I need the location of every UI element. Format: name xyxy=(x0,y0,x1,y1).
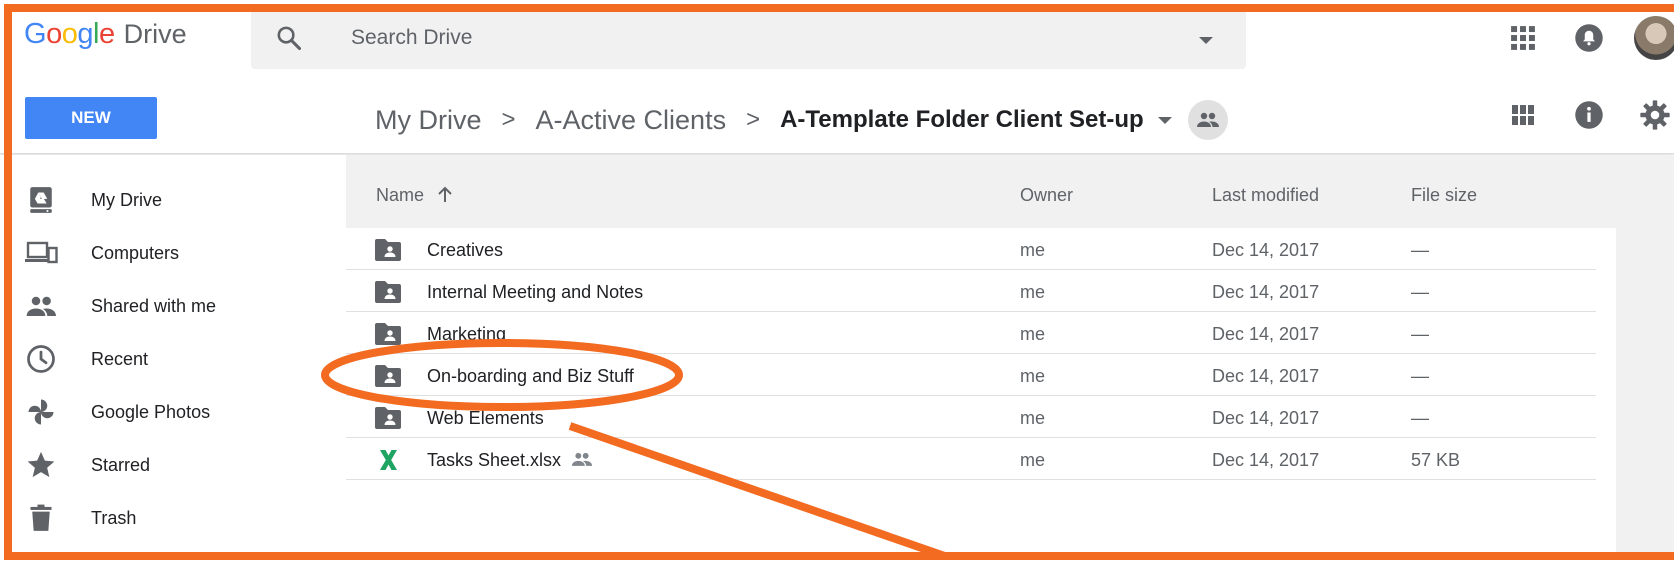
column-header-name-label: Name xyxy=(376,185,425,205)
google-drive-logo[interactable]: Google Drive xyxy=(24,18,187,51)
search-icon[interactable] xyxy=(275,24,303,52)
file-list: Creatives me Dec 14, 2017 — Internal Mee… xyxy=(346,228,1616,568)
breadcrumb-my-drive[interactable]: My Drive xyxy=(375,105,482,136)
top-bar: Google Drive xyxy=(0,0,1674,76)
shared-folder-icon xyxy=(375,323,401,345)
breadcrumb-active-clients[interactable]: A-Active Clients xyxy=(536,105,727,136)
file-name[interactable]: Internal Meeting and Notes xyxy=(427,282,643,303)
search-input[interactable] xyxy=(349,20,1149,56)
logo-product-name: Drive xyxy=(123,19,187,49)
sidebar-item-computers[interactable]: Computers xyxy=(0,230,346,276)
file-owner: me xyxy=(1020,366,1046,386)
file-row-web-elements[interactable]: Web Elements me Dec 14, 2017 — xyxy=(346,396,1596,438)
apps-grid-icon[interactable] xyxy=(1505,20,1541,56)
sidebar-item-label: Shared with me xyxy=(91,295,217,316)
shared-folder-icon xyxy=(375,407,401,429)
sidebar-item-label: Google Photos xyxy=(91,401,211,422)
sidebar-item-label: Recent xyxy=(91,348,149,369)
shared-people-icon xyxy=(24,289,58,323)
file-owner: me xyxy=(1020,240,1046,260)
sidebar-item-starred[interactable]: Starred xyxy=(0,442,346,488)
file-row-on-boarding-and-biz-stuff[interactable]: On-boarding and Biz Stuff me Dec 14, 201… xyxy=(346,354,1596,396)
file-name[interactable]: Marketing xyxy=(427,324,506,345)
file-size: — xyxy=(1411,324,1429,344)
file-last-modified: Dec 14, 2017 xyxy=(1212,240,1320,260)
shared-folder-icon xyxy=(375,365,401,387)
sidebar-item-trash[interactable]: Trash xyxy=(0,495,346,541)
breadcrumb: My Drive > A-Active Clients > A-Template… xyxy=(375,100,1228,140)
file-name[interactable]: Tasks Sheet.xlsx xyxy=(427,450,561,471)
shared-folder-icon xyxy=(375,239,401,261)
notifications-icon[interactable] xyxy=(1571,20,1607,56)
file-owner: me xyxy=(1020,450,1046,470)
sidebar-item-label: My Drive xyxy=(91,189,162,210)
file-owner: me xyxy=(1020,282,1046,302)
toolbar: NEW My Drive > A-Active Clients > A-Temp… xyxy=(0,76,1674,154)
file-owner: me xyxy=(1020,324,1046,344)
sidebar: My Drive Computers Shared with me Recent… xyxy=(0,155,346,558)
file-size: — xyxy=(1411,408,1429,428)
breadcrumb-separator: > xyxy=(501,106,516,133)
settings-icon[interactable] xyxy=(1637,97,1673,133)
logo-letter-o2: o xyxy=(61,18,78,50)
new-button[interactable]: NEW xyxy=(25,97,157,139)
file-name[interactable]: Web Elements xyxy=(427,408,544,429)
computers-icon xyxy=(24,236,58,270)
file-owner: me xyxy=(1020,408,1046,428)
file-last-modified: Dec 14, 2017 xyxy=(1212,366,1320,386)
folder-menu-dropdown-icon[interactable] xyxy=(1157,116,1172,124)
file-last-modified: Dec 14, 2017 xyxy=(1212,408,1320,428)
file-row-marketing[interactable]: Marketing me Dec 14, 2017 — xyxy=(346,312,1596,354)
sidebar-item-label: Computers xyxy=(91,242,180,263)
breadcrumb-separator: > xyxy=(746,106,761,133)
shared-file-people-icon xyxy=(571,452,593,466)
file-name[interactable]: Creatives xyxy=(427,240,503,261)
logo-letter-e: e xyxy=(98,18,115,50)
file-name[interactable]: On-boarding and Biz Stuff xyxy=(427,366,634,387)
file-last-modified: Dec 14, 2017 xyxy=(1212,450,1320,470)
file-size: — xyxy=(1411,240,1429,260)
column-header-owner[interactable]: Owner xyxy=(1020,185,1073,206)
column-header-last-modified[interactable]: Last modified xyxy=(1212,185,1319,206)
file-last-modified: Dec 14, 2017 xyxy=(1212,282,1320,302)
photos-pinwheel-icon xyxy=(24,395,58,429)
logo-letter-g2: g xyxy=(77,18,93,50)
logo-letter-g: G xyxy=(24,18,47,50)
file-row-creatives[interactable]: Creatives me Dec 14, 2017 — xyxy=(346,228,1596,270)
file-size: 57 KB xyxy=(1411,450,1461,470)
column-header-file-size[interactable]: File size xyxy=(1411,185,1477,206)
file-row-tasks-sheet[interactable]: Tasks Sheet.xlsx me Dec 14, 2017 57 KB xyxy=(346,438,1596,480)
column-header-name[interactable]: Name xyxy=(376,185,453,206)
logo-letter-o1: o xyxy=(46,18,62,50)
breadcrumb-current-folder[interactable]: A-Template Folder Client Set-up xyxy=(780,106,1144,134)
account-avatar[interactable] xyxy=(1634,16,1674,60)
file-last-modified: Dec 14, 2017 xyxy=(1212,324,1320,344)
clock-icon xyxy=(24,342,58,376)
sidebar-item-recent[interactable]: Recent xyxy=(0,336,346,382)
sidebar-item-shared-with-me[interactable]: Shared with me xyxy=(0,283,346,329)
file-row-internal-meeting-and-notes[interactable]: Internal Meeting and Notes me Dec 14, 20… xyxy=(346,270,1596,312)
grid-view-icon[interactable] xyxy=(1505,97,1541,133)
search-bar[interactable] xyxy=(251,7,1246,69)
my-drive-icon xyxy=(24,183,58,217)
file-size: — xyxy=(1411,366,1429,386)
file-list-panel: Name Owner Last modified File size Creat… xyxy=(346,155,1674,568)
sidebar-item-my-drive[interactable]: My Drive xyxy=(0,177,346,223)
sidebar-item-label: Starred xyxy=(91,454,151,475)
shared-folder-people-icon[interactable] xyxy=(1187,100,1228,140)
search-options-dropdown-icon[interactable] xyxy=(1199,37,1213,44)
shared-folder-icon xyxy=(375,281,401,303)
info-icon[interactable] xyxy=(1571,97,1607,133)
trash-icon xyxy=(24,501,58,535)
sidebar-item-label: Trash xyxy=(91,507,137,528)
file-size: — xyxy=(1411,282,1429,302)
sidebar-item-google-photos[interactable]: Google Photos xyxy=(0,389,346,435)
sort-ascending-arrow-icon[interactable] xyxy=(437,186,453,203)
star-icon xyxy=(24,448,58,482)
excel-file-icon xyxy=(380,450,397,470)
